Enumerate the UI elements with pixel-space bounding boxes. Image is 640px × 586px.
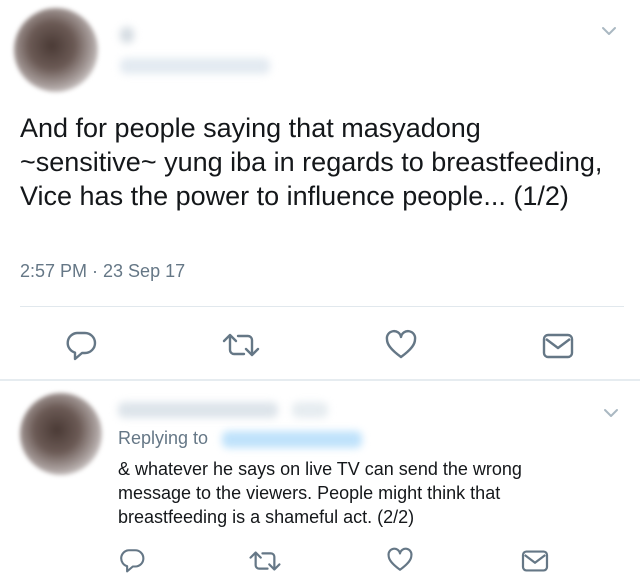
retweet-icon [222,333,260,357]
divider [20,306,624,307]
avatar[interactable] [20,393,102,475]
like-button[interactable] [386,547,414,573]
heart-icon [385,329,417,359]
direct-message-icon [521,550,549,572]
direct-message-icon [542,333,574,359]
retweet-icon [249,551,281,571]
reply-button[interactable] [64,329,98,361]
retweet-button[interactable] [221,331,261,359]
avatar[interactable] [14,8,98,92]
retweet-button[interactable] [248,549,282,573]
chevron-down-icon [604,409,618,417]
reply-icon [120,549,145,573]
chevron-down-icon [602,27,616,35]
direct-message-button[interactable] [542,332,574,360]
author-handle[interactable] [120,58,270,74]
replying-to-handle[interactable] [222,431,362,448]
tweet-menu-button[interactable] [598,22,620,40]
tweet-separator [0,379,640,381]
reply-button[interactable] [118,547,146,573]
tweet-menu-button[interactable] [600,404,622,422]
direct-message-button[interactable] [521,549,549,573]
heart-icon [387,547,413,571]
author-name[interactable] [118,402,278,418]
like-button[interactable] [384,329,418,361]
author-handle[interactable] [292,402,328,418]
tweet-text: & whatever he says on live TV can send t… [118,459,522,527]
replying-to-label: Replying to [118,428,209,448]
tweet-timestamp[interactable]: 2:57 PM · 23 Sep 17 [20,261,185,282]
reply-icon [66,331,97,361]
author-name[interactable] [120,27,134,43]
tweet-text: And for people saying that masyadong ~se… [20,113,603,211]
